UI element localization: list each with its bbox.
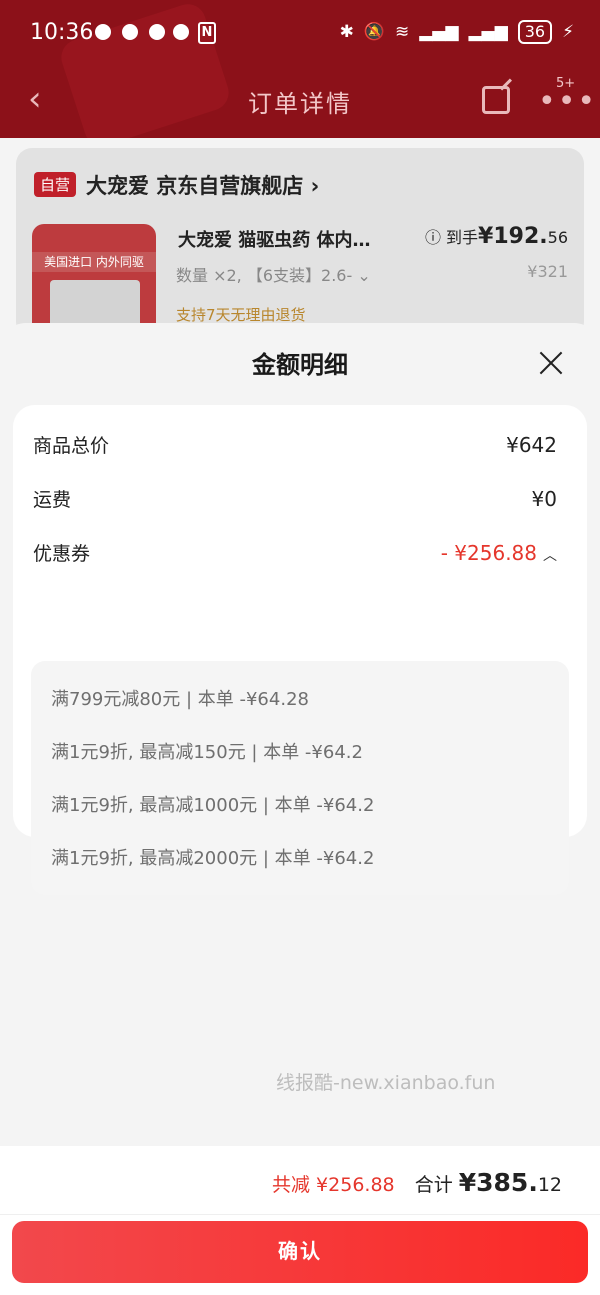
notification-icon <box>149 24 165 40</box>
row-label: 优惠券 <box>33 543 91 565</box>
totals: 共减 ¥256.88 合计 ¥385.12 <box>272 1168 562 1197</box>
status-icons: ✱ 🔕 ≋ ▂▄▆ ▂▄▆ 36 ⚡ <box>340 20 574 44</box>
total-cents: 12 <box>537 1174 562 1196</box>
product-name[interactable]: 大宠爱 猫驱虫药 体内… <box>178 226 371 252</box>
status-time: 10:36 <box>30 20 94 45</box>
net-price: ⓘ 到手¥192.56 <box>425 224 568 249</box>
signal-icon: ▂▄▆ <box>419 22 459 42</box>
row-value: - ¥256.88 ︿ <box>441 541 557 565</box>
row-value: ¥0 <box>531 487 557 511</box>
battery-icon: 36 <box>517 20 553 44</box>
confirm-button[interactable]: 确认 <box>12 1221 588 1283</box>
close-icon[interactable] <box>538 350 564 376</box>
share-icon[interactable] <box>482 86 510 114</box>
list-item: 满1元9折, 最高减150元 | 本单 -¥64.2 <box>51 742 363 763</box>
more-badge: 5+ <box>556 76 576 91</box>
navigation-bar: ‹ 订单详情 ••• 5+ <box>0 66 600 136</box>
sheet-title: 金额明细 <box>252 351 348 379</box>
charging-icon: ⚡ <box>562 22 574 42</box>
list-item: 满1元9折, 最高减1000元 | 本单 -¥64.2 <box>51 795 375 816</box>
mute-icon: 🔕 <box>363 22 385 42</box>
bluetooth-icon: ✱ <box>339 22 354 42</box>
signal-icon: ▂▄▆ <box>468 22 508 42</box>
nfc-icon: N <box>198 22 216 44</box>
coupon-list: 满799元减80元 | 本单 -¥64.28 满1元9折, 最高减150元 | … <box>31 661 569 895</box>
notification-icon <box>122 24 138 40</box>
row-goods-total: 商品总价 ¥642 <box>33 431 557 461</box>
total-amount: ¥385. <box>458 1168 538 1197</box>
list-item: 满799元减80元 | 本单 -¥64.28 <box>51 689 309 710</box>
original-price: ¥321 <box>527 262 568 281</box>
store-name-link[interactable]: 大宠爱 京东自营旗舰店 › <box>86 170 319 200</box>
page-title: 订单详情 <box>248 90 352 118</box>
discount-total: 共减 ¥256.88 <box>272 1174 395 1196</box>
row-label: 商品总价 <box>33 435 110 457</box>
product-thumbnail[interactable]: 美国进口 内外同驱 <box>32 224 156 338</box>
self-operated-tag: 自营 <box>34 172 77 197</box>
net-price-integer: ¥192. <box>478 224 548 249</box>
notification-icon <box>95 24 111 40</box>
quantity-spec[interactable]: 数量 ×2, 【6支装】2.6- ⌄ <box>176 262 371 286</box>
watermark: 线报酷-new.xianbao.fun <box>276 1072 496 1094</box>
thumbnail-caption: 美国进口 内外同驱 <box>32 252 156 272</box>
wifi-icon: ≋ <box>394 22 410 42</box>
chevron-up-icon[interactable]: ︿ <box>543 545 557 565</box>
net-price-cents: 56 <box>547 228 568 247</box>
coupon-total-value: - ¥256.88 <box>440 541 537 565</box>
row-value: ¥642 <box>506 433 557 457</box>
status-bar: 10:36 N ✱ 🔕 ≋ ▂▄▆ ▂▄▆ 36 ⚡ <box>0 0 600 66</box>
amount-panel: 商品总价 ¥642 运费 ¥0 优惠券 - ¥256.88 ︿ 满799元减80元… <box>13 405 587 895</box>
row-shipping: 运费 ¥0 <box>33 485 557 515</box>
refund-note: 支持7天无理由退货 <box>176 306 306 324</box>
bottom-bar: 共减 ¥256.88 合计 ¥385.12 确认 <box>0 1146 600 1295</box>
total-label: 合计 <box>414 1174 459 1196</box>
notification-icon <box>173 24 189 40</box>
net-price-label: ⓘ 到手 <box>424 228 479 247</box>
order-card: 自营 大宠爱 京东自营旗舰店 › 美国进口 内外同驱 大宠爱 猫驱虫药 体内… … <box>16 148 584 338</box>
row-label: 运费 <box>33 489 72 511</box>
list-item: 满1元9折, 最高减2000元 | 本单 -¥64.2 <box>51 848 375 869</box>
row-coupon[interactable]: 优惠券 - ¥256.88 ︿ <box>33 539 557 569</box>
divider <box>0 1214 600 1215</box>
